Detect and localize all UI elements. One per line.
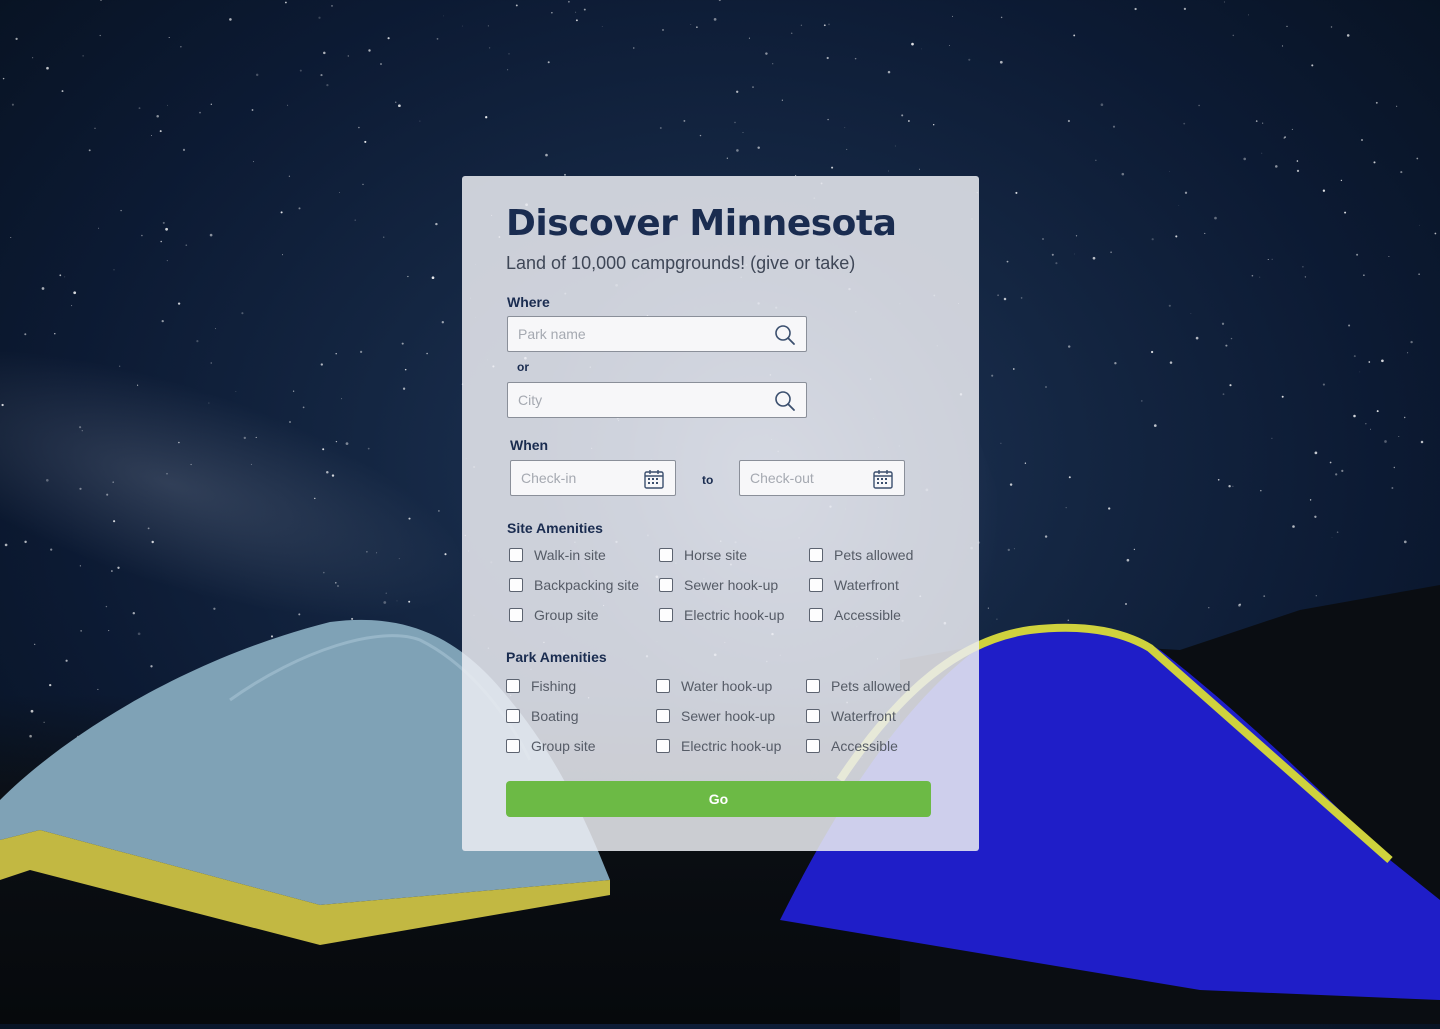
checkbox[interactable] bbox=[506, 679, 520, 693]
checkbox-label: Sewer hook-up bbox=[684, 577, 779, 593]
checkbox[interactable] bbox=[806, 739, 820, 753]
park-name-input[interactable] bbox=[508, 317, 806, 351]
park-amenity-checkbox[interactable]: Pets allowed bbox=[806, 677, 926, 695]
checkbox-label: Sewer hook-up bbox=[681, 708, 776, 724]
park-amenity-checkbox[interactable]: Accessible bbox=[806, 737, 926, 755]
go-button[interactable]: Go bbox=[506, 781, 931, 817]
search-icon[interactable] bbox=[774, 390, 796, 412]
checkbox[interactable] bbox=[659, 608, 673, 622]
or-label: or bbox=[517, 360, 529, 374]
checkbox-label: Boating bbox=[531, 708, 579, 724]
checkbox-label: Waterfront bbox=[831, 708, 896, 724]
checkbox-label: Electric hook-up bbox=[681, 738, 782, 754]
park-amenity-checkbox[interactable]: Group site bbox=[506, 737, 656, 755]
calendar-icon[interactable] bbox=[643, 468, 665, 490]
checkbox[interactable] bbox=[809, 548, 823, 562]
checkbox-label: Group site bbox=[531, 738, 596, 754]
when-label: When bbox=[510, 437, 549, 453]
checkbox[interactable] bbox=[659, 578, 673, 592]
checkbox-label: Electric hook-up bbox=[684, 607, 785, 623]
where-label: Where bbox=[507, 294, 550, 310]
checkbox-label: Accessible bbox=[834, 607, 901, 623]
page-subtitle: Land of 10,000 campgrounds! (give or tak… bbox=[506, 253, 856, 273]
park-amenity-checkbox[interactable]: Fishing bbox=[506, 677, 656, 695]
site-amenity-checkbox[interactable]: Electric hook-up bbox=[659, 606, 809, 624]
park-amenities-list: Fishing Water hook-up Pets allowed Boati… bbox=[506, 677, 926, 755]
checkbox-label: Group site bbox=[534, 607, 599, 623]
check-in-field[interactable] bbox=[510, 460, 676, 496]
checkbox[interactable] bbox=[809, 578, 823, 592]
site-amenity-checkbox[interactable]: Backpacking site bbox=[509, 576, 659, 594]
park-amenity-checkbox[interactable]: Water hook-up bbox=[656, 677, 806, 695]
site-amenity-checkbox[interactable]: Group site bbox=[509, 606, 659, 624]
site-amenity-checkbox[interactable]: Horse site bbox=[659, 546, 809, 564]
city-input[interactable] bbox=[508, 383, 806, 417]
checkbox-label: Pets allowed bbox=[834, 547, 914, 563]
search-icon[interactable] bbox=[774, 324, 796, 346]
checkbox[interactable] bbox=[656, 709, 670, 723]
checkbox[interactable] bbox=[506, 739, 520, 753]
checkbox[interactable] bbox=[806, 679, 820, 693]
checkbox[interactable] bbox=[656, 679, 670, 693]
park-amenity-checkbox[interactable]: Electric hook-up bbox=[656, 737, 806, 755]
park-name-field[interactable] bbox=[507, 316, 807, 352]
checkbox-label: Fishing bbox=[531, 678, 577, 694]
checkbox[interactable] bbox=[506, 709, 520, 723]
site-amenity-checkbox[interactable]: Waterfront bbox=[809, 576, 929, 594]
checkbox[interactable] bbox=[809, 608, 823, 622]
park-amenities-label: Park Amenities bbox=[506, 649, 607, 665]
checkbox-label: Water hook-up bbox=[681, 678, 773, 694]
check-out-field[interactable] bbox=[739, 460, 905, 496]
site-amenity-checkbox[interactable]: Pets allowed bbox=[809, 546, 929, 564]
park-amenity-checkbox[interactable]: Waterfront bbox=[806, 707, 926, 725]
checkbox[interactable] bbox=[659, 548, 673, 562]
search-card: Discover Minnesota Land of 10,000 campgr… bbox=[462, 176, 979, 851]
checkbox[interactable] bbox=[806, 709, 820, 723]
checkbox-label: Waterfront bbox=[834, 577, 899, 593]
checkbox-label: Pets allowed bbox=[831, 678, 911, 694]
to-label: to bbox=[702, 473, 714, 487]
site-amenities-label: Site Amenities bbox=[507, 520, 603, 536]
checkbox[interactable] bbox=[509, 578, 523, 592]
calendar-icon[interactable] bbox=[872, 468, 894, 490]
checkbox[interactable] bbox=[656, 739, 670, 753]
checkbox-label: Backpacking site bbox=[534, 577, 640, 593]
site-amenity-checkbox[interactable]: Accessible bbox=[809, 606, 929, 624]
city-field[interactable] bbox=[507, 382, 807, 418]
page-title: Discover Minnesota bbox=[506, 203, 897, 244]
checkbox-label: Horse site bbox=[684, 547, 748, 563]
park-amenity-checkbox[interactable]: Boating bbox=[506, 707, 656, 725]
site-amenity-checkbox[interactable]: Sewer hook-up bbox=[659, 576, 809, 594]
site-amenities-list: Walk-in site Horse site Pets allowed Bac… bbox=[509, 546, 929, 624]
checkbox[interactable] bbox=[509, 548, 523, 562]
checkbox-label: Accessible bbox=[831, 738, 898, 754]
checkbox-label: Walk-in site bbox=[534, 547, 606, 563]
site-amenity-checkbox[interactable]: Walk-in site bbox=[509, 546, 659, 564]
park-amenity-checkbox[interactable]: Sewer hook-up bbox=[656, 707, 806, 725]
checkbox[interactable] bbox=[509, 608, 523, 622]
